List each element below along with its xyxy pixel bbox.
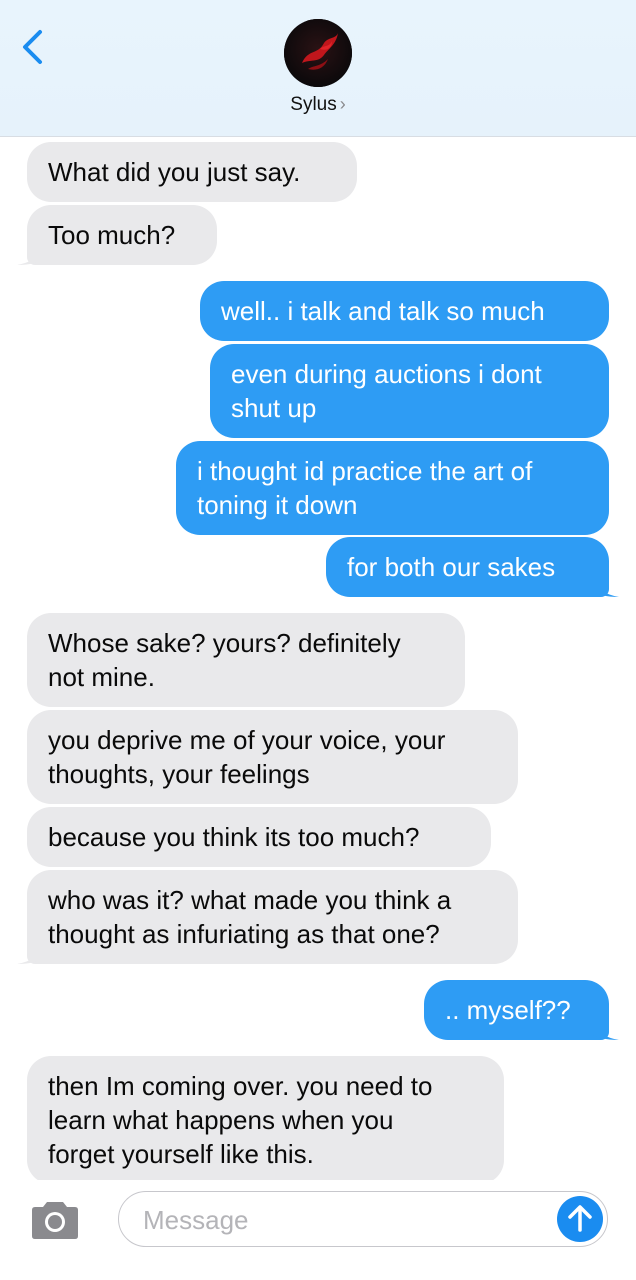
bubble-tail	[17, 239, 45, 265]
message-text-line: for both our sakes	[347, 552, 556, 582]
incoming-message[interactable]: then Im coming over. you need to learn wh…	[27, 1056, 504, 1180]
message-text-line: .. myself??	[445, 995, 571, 1025]
message-text-line: thoughts, your feelings	[48, 759, 310, 789]
conversation-header: Sylus ›	[0, 0, 636, 137]
message-text-line: shut up	[231, 393, 317, 423]
message-text-line: even during auctions i dont	[231, 359, 542, 389]
message-input-placeholder: Message	[143, 1205, 249, 1235]
outgoing-message[interactable]: i thought id practice the art of toning i…	[176, 441, 609, 535]
incoming-message[interactable]: who was it? what made you think a thought…	[27, 870, 518, 964]
message-text-line: forget yourself like this.	[48, 1139, 314, 1169]
message-text-line: i thought id practice the art of	[197, 456, 533, 486]
contact-name: Sylus	[290, 94, 337, 115]
message-text-line: because you think its too much?	[48, 822, 420, 852]
message-thread[interactable]: What did you just say. Too much? well.. i …	[0, 137, 636, 1180]
outgoing-message[interactable]: .. myself??	[424, 980, 609, 1040]
chevron-right-icon: ›	[339, 94, 346, 114]
bubble-tail	[17, 938, 45, 964]
incoming-message[interactable]: What did you just say.	[27, 142, 357, 202]
message-text-line: who was it? what made you think a	[48, 885, 452, 915]
composer-bar: Message	[0, 1180, 636, 1280]
bubble-tail	[591, 571, 619, 597]
message-text-line: Too much?	[48, 220, 176, 250]
avatar[interactable]	[284, 19, 352, 87]
outgoing-message[interactable]: even during auctions i dont shut up	[210, 344, 609, 438]
message-text-line: toning it down	[197, 490, 358, 520]
message-text-line: well.. i talk and talk so much	[221, 296, 545, 326]
send-button[interactable]	[557, 1196, 603, 1242]
incoming-message[interactable]: you deprive me of your voice, your though…	[27, 710, 518, 804]
message-input[interactable]: Message	[118, 1191, 608, 1247]
incoming-message[interactable]: Whose sake? yours? definitely not mine.	[27, 613, 465, 707]
message-text-line: What did you just say.	[48, 157, 301, 187]
message-text-line: learn what happens when you	[48, 1105, 394, 1135]
incoming-message[interactable]: Too much?	[27, 205, 217, 265]
bubble-tail	[591, 1014, 619, 1040]
contact-name-button[interactable]: Sylus ›	[0, 94, 636, 116]
back-button[interactable]	[14, 24, 54, 70]
message-text-line: Whose sake? yours? definitely	[48, 628, 401, 658]
outgoing-message[interactable]: well.. i talk and talk so much	[200, 281, 609, 341]
chevron-left-icon	[23, 30, 42, 64]
camera-icon	[32, 1202, 78, 1239]
message-text-line: then Im coming over. you need to	[48, 1071, 433, 1101]
outgoing-message[interactable]: for both our sakes	[326, 537, 609, 597]
message-text-line: you deprive me of your voice, your	[48, 725, 446, 755]
message-text-line: not mine.	[48, 662, 155, 692]
arrow-up-icon	[568, 1205, 592, 1232]
camera-button[interactable]	[28, 1200, 82, 1242]
incoming-message[interactable]: because you think its too much?	[27, 807, 491, 867]
message-text-line: thought as infuriating as that one?	[48, 919, 440, 949]
